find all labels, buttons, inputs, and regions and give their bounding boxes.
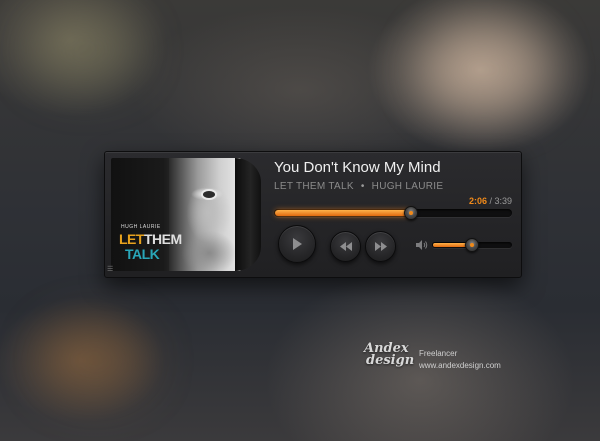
background-blur-shape: [40, 320, 150, 400]
time-display: 2:06 / 3:39: [469, 196, 512, 206]
track-title: You Don't Know My Mind: [274, 159, 441, 176]
album-name: LET THEM TALK: [274, 181, 354, 192]
album-cover-eye: [203, 191, 215, 198]
play-button[interactable]: [278, 225, 316, 263]
andex-design-logo: Andex design: [364, 342, 415, 368]
cover-artist-text: HUGH LAURIE: [121, 224, 161, 230]
subtitle-separator: •: [360, 181, 365, 192]
volume-handle[interactable]: [465, 238, 479, 252]
speaker-icon[interactable]: [416, 240, 428, 250]
cover-title-line1: LETTHEM: [119, 232, 182, 246]
designer-role: Freelancer: [419, 349, 458, 358]
logo-line2: design: [366, 353, 415, 368]
background-blur-highlight: [420, 20, 550, 120]
progress-fill: [275, 210, 411, 216]
previous-button[interactable]: [330, 231, 361, 262]
cover-title-them: THEM: [143, 231, 182, 247]
designer-website: www.andexdesign.com: [419, 361, 501, 370]
play-icon: [293, 238, 302, 250]
fast-forward-icon: [374, 242, 387, 251]
cover-title-let: LET: [119, 231, 144, 247]
album-cover: HUGH LAURIE LETTHEM TALK: [111, 158, 241, 271]
current-time: 2:06: [468, 196, 487, 206]
vinyl-record-edge: [235, 158, 261, 271]
progress-bar[interactable]: [274, 209, 512, 217]
cover-title-talk: TALK: [125, 246, 160, 262]
track-subtitle: LET THEM TALK • HUGH LAURIE: [274, 181, 443, 192]
progress-handle[interactable]: [404, 206, 418, 220]
artist-name: HUGH LAURIE: [371, 181, 444, 192]
menu-lines-icon[interactable]: ☰: [107, 266, 113, 273]
total-time: 3:39: [494, 196, 512, 206]
background-blur-shape: [30, 10, 140, 90]
next-button[interactable]: [365, 231, 396, 262]
music-player-widget: HUGH LAURIE LETTHEM TALK ☰ You Don't Kno…: [104, 151, 522, 278]
album-cover-portrait: [169, 158, 241, 271]
rewind-icon: [339, 242, 352, 251]
